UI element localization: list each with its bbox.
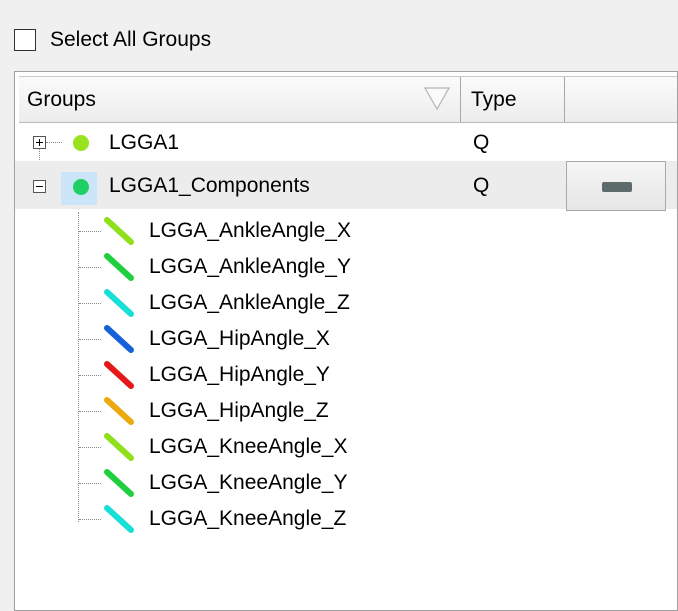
group-row-lgga1[interactable]: LGGA1 Q [15, 125, 677, 161]
header-type[interactable]: Type [461, 77, 565, 122]
child-label: LGGA_KneeAngle_X [149, 435, 348, 458]
group-label: LGGA1_Components [109, 174, 310, 197]
child-item[interactable]: LGGA_KneeAngle_X [15, 429, 455, 465]
group-row-lgga1-components[interactable]: LGGA1_Components Q [15, 161, 677, 211]
group-color-button[interactable] [566, 161, 666, 211]
line-segment-icon [104, 505, 134, 533]
header-groups[interactable]: Groups [19, 77, 461, 122]
tree-line [79, 519, 101, 520]
line-segment-icon [104, 433, 134, 461]
child-label: LGGA_HipAngle_X [149, 327, 330, 350]
select-all-groups[interactable]: Select All Groups [14, 26, 211, 54]
color-swatch [602, 182, 632, 192]
group-color-dot-icon [73, 179, 89, 195]
child-label: LGGA_AnkleAngle_X [149, 219, 351, 242]
line-segment-icon [104, 289, 134, 317]
child-item[interactable]: LGGA_HipAngle_Z [15, 393, 455, 429]
tree-line [79, 483, 101, 484]
child-item[interactable]: LGGA_HipAngle_Y [15, 357, 455, 393]
tree-line [79, 267, 101, 268]
child-item[interactable]: LGGA_AnkleAngle_Z [15, 285, 455, 321]
child-label: LGGA_HipAngle_Z [149, 399, 329, 422]
select-all-label: Select All Groups [50, 28, 212, 51]
tree-line [79, 447, 101, 448]
child-label: LGGA_KneeAngle_Z [149, 507, 347, 530]
header-color[interactable] [565, 77, 677, 122]
child-item[interactable]: LGGA_HipAngle_X [15, 321, 455, 357]
group-color-dot-icon [73, 135, 89, 151]
group-type: Q [473, 131, 490, 154]
child-item[interactable]: LGGA_KneeAngle_Y [15, 465, 455, 501]
group-type: Q [473, 174, 490, 197]
tree-line [79, 339, 101, 340]
child-label: LGGA_AnkleAngle_Z [149, 291, 350, 314]
child-item[interactable]: LGGA_KneeAngle_Z [15, 501, 455, 537]
tree-header: Groups Type [19, 76, 677, 123]
expand-icon[interactable] [33, 136, 46, 149]
child-item[interactable]: LGGA_AnkleAngle_Y [15, 249, 455, 285]
line-segment-icon [104, 253, 134, 281]
tree-line [79, 411, 101, 412]
child-label: LGGA_AnkleAngle_Y [149, 255, 351, 278]
header-type-label: Type [471, 87, 517, 111]
line-segment-icon [104, 217, 134, 245]
line-segment-icon [104, 361, 134, 389]
tree-line [79, 231, 101, 232]
tree-line [79, 375, 101, 376]
child-label: LGGA_KneeAngle_Y [149, 471, 348, 494]
line-segment-icon [104, 469, 134, 497]
line-segment-icon [104, 397, 134, 425]
header-groups-label: Groups [27, 87, 96, 111]
child-label: LGGA_HipAngle_Y [149, 363, 330, 386]
sort-triangle-icon [424, 87, 450, 111]
group-label: LGGA1 [109, 131, 180, 154]
collapse-icon[interactable] [33, 180, 46, 193]
groups-tree[interactable]: Groups Type LGGA1 Q LGGA1_Components Q L… [14, 71, 678, 611]
select-all-checkbox[interactable] [14, 29, 36, 51]
child-item[interactable]: LGGA_AnkleAngle_X [15, 213, 455, 249]
line-segment-icon [104, 325, 134, 353]
tree-line [79, 303, 101, 304]
